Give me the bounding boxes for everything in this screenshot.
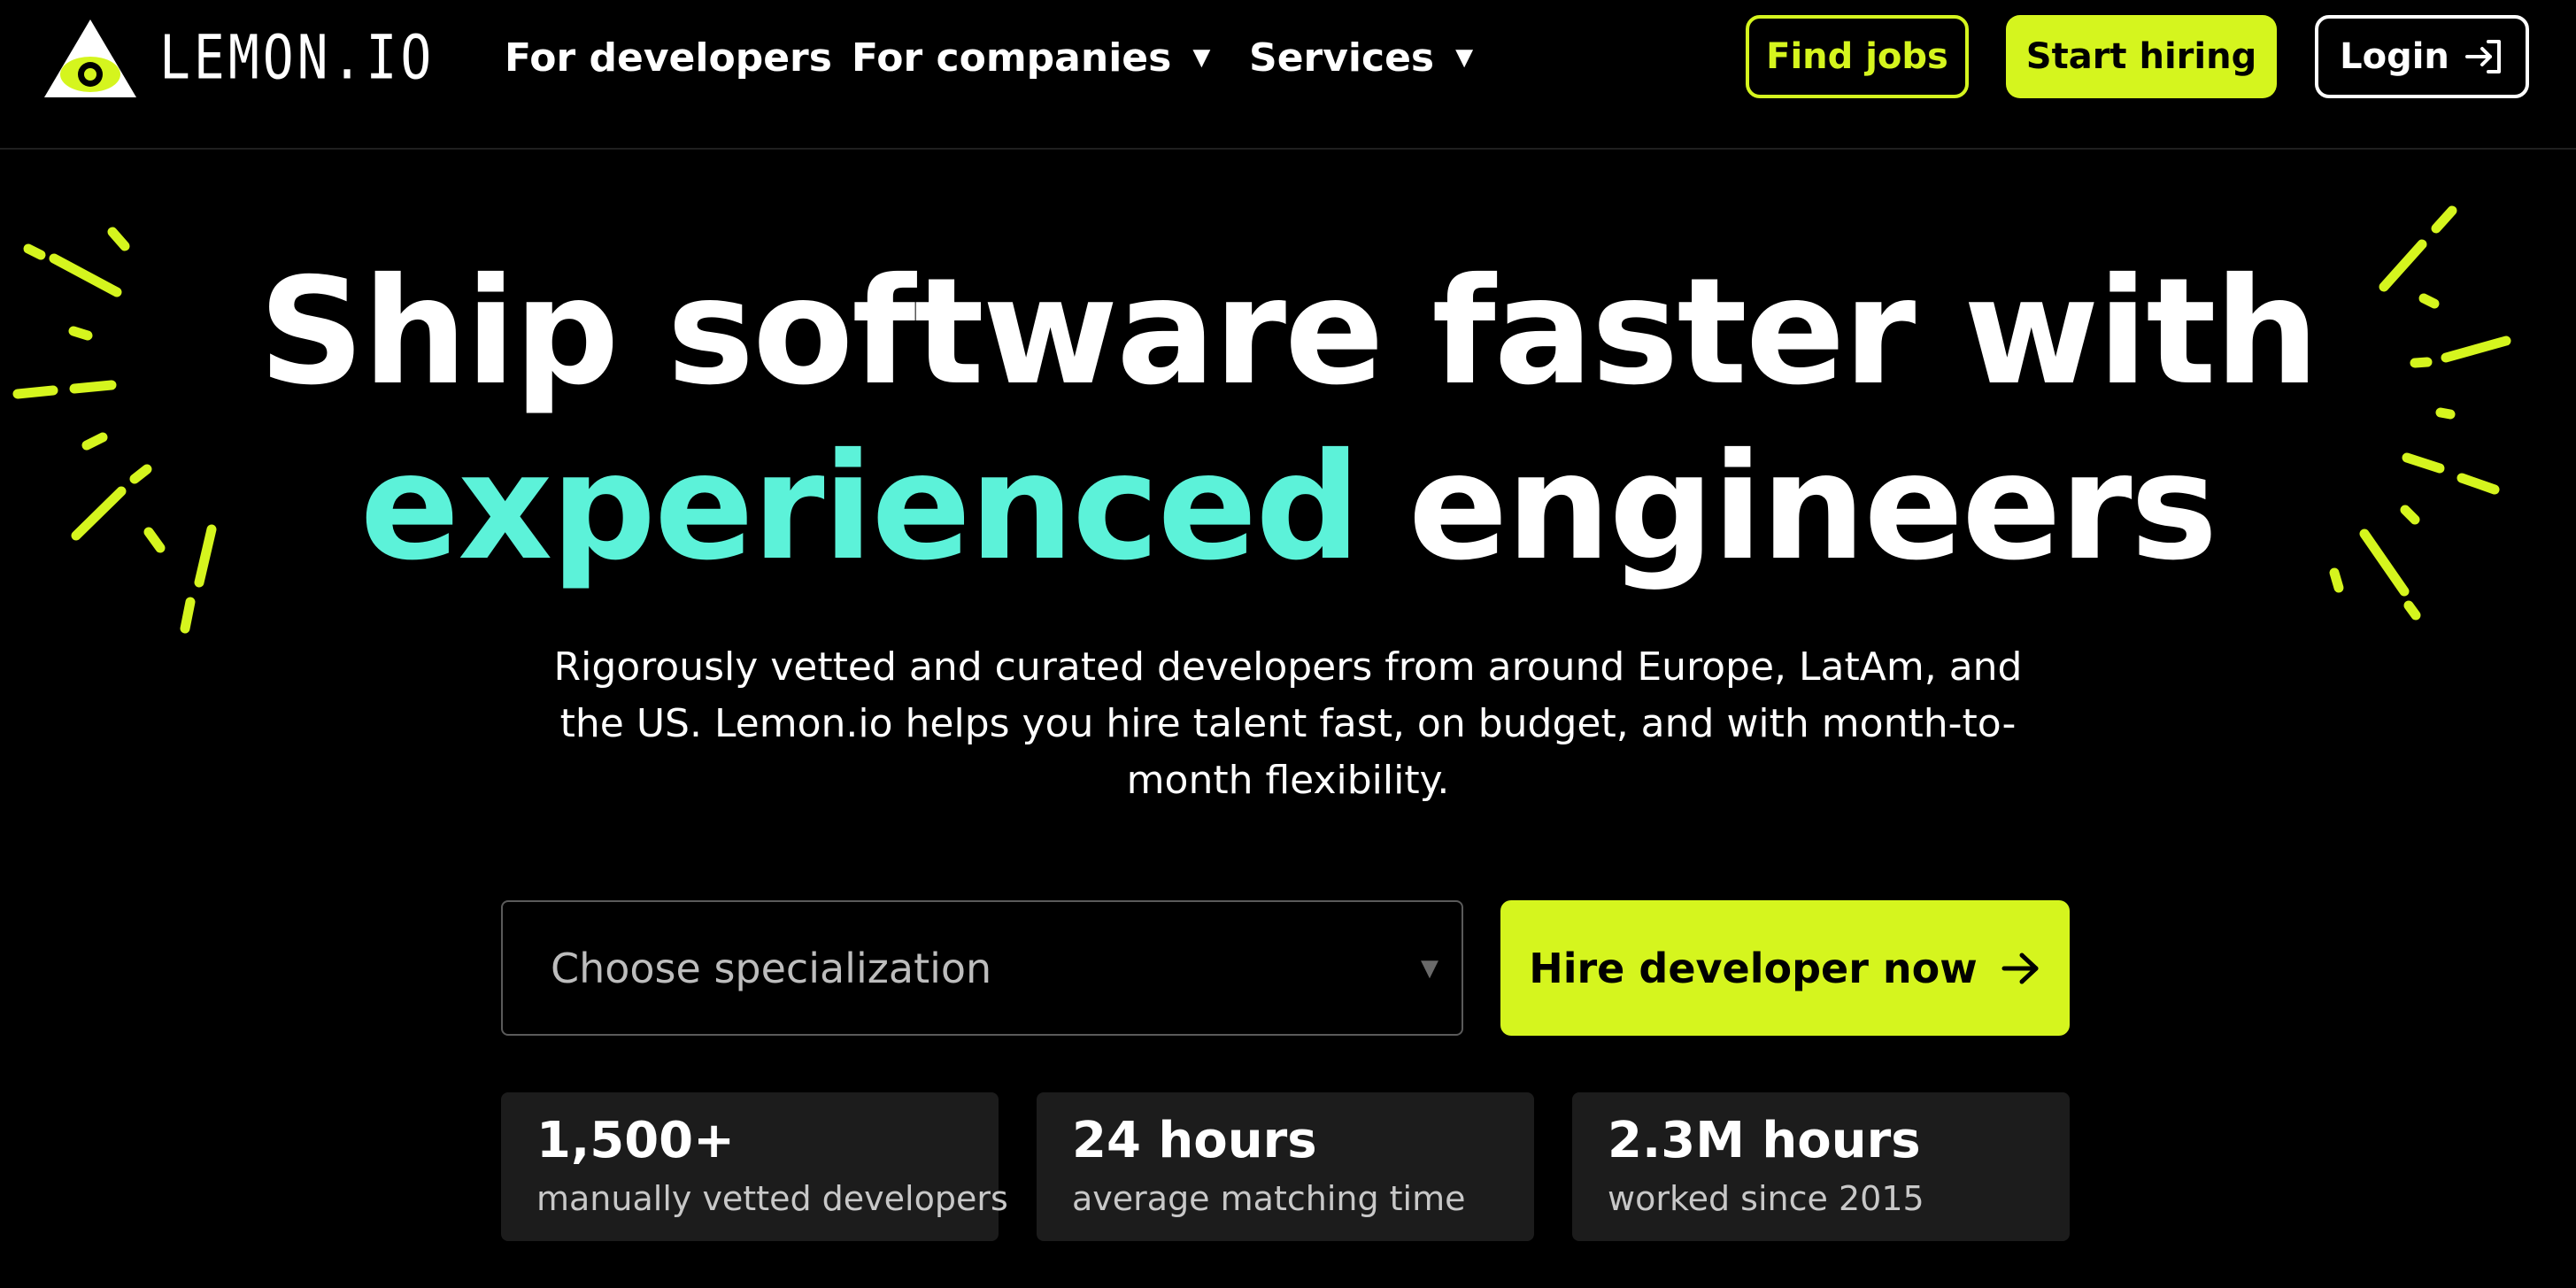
stat-label: manually vetted developers xyxy=(536,1178,1008,1218)
start-hiring-button[interactable]: Start hiring xyxy=(2006,15,2277,98)
site-header: LEMON.IO For developers For companies ▼ … xyxy=(0,0,2576,150)
landing-page: LEMON.IO For developers For companies ▼ … xyxy=(0,0,2576,1288)
hero-subtitle: Rigorously vetted and curated developers… xyxy=(553,644,2023,803)
hero-title-accent: experienced xyxy=(359,422,1361,593)
logo[interactable]: LEMON.IO xyxy=(41,16,435,99)
hero-title-line1: Ship software faster with xyxy=(258,247,2319,418)
find-jobs-label: Find jobs xyxy=(1766,36,1948,77)
nav-services-label: Services xyxy=(1249,35,1435,81)
login-label: Login xyxy=(2340,36,2449,77)
specialization-select[interactable]: Choose specialization ▼ xyxy=(501,900,1463,1036)
specialization-placeholder: Choose specialization xyxy=(551,944,992,992)
stat-value: 1,500+ xyxy=(536,1112,736,1169)
login-button[interactable]: Login xyxy=(2315,15,2529,98)
nav-for-companies[interactable]: For companies ▼ xyxy=(852,27,1210,89)
nav-services[interactable]: Services ▼ xyxy=(1249,27,1473,89)
stat-card: 2.3M hours worked since 2015 xyxy=(1572,1092,2070,1241)
stat-card: 24 hours average matching time xyxy=(1037,1092,1534,1241)
stat-label: worked since 2015 xyxy=(1608,1178,1924,1218)
stat-label: average matching time xyxy=(1072,1178,1466,1218)
logo-text: LEMON.IO xyxy=(159,21,436,94)
hero-title-rest: engineers xyxy=(1408,422,2218,593)
nav-for-developers-label: For developers xyxy=(505,35,832,81)
stat-value: 2.3M hours xyxy=(1608,1112,1921,1169)
hero-title-line2: experienced engineers xyxy=(0,435,2576,582)
arrow-right-icon xyxy=(2001,953,2039,983)
login-icon xyxy=(2464,40,2501,73)
stat-value: 24 hours xyxy=(1072,1112,1317,1169)
nav-for-developers[interactable]: For developers xyxy=(505,27,832,89)
caret-down-icon: ▼ xyxy=(1192,44,1211,71)
stat-card: 1,500+ manually vetted developers xyxy=(501,1092,1008,1241)
caret-down-icon: ▼ xyxy=(1455,44,1474,71)
start-hiring-label: Start hiring xyxy=(2025,36,2257,77)
chevron-down-icon: ▼ xyxy=(1421,954,1438,982)
hire-developer-label: Hire developer now xyxy=(1529,944,1978,992)
find-jobs-button[interactable]: Find jobs xyxy=(1746,15,1969,98)
hire-developer-button[interactable]: Hire developer now xyxy=(1500,900,2070,1036)
eye-in-triangle-icon xyxy=(44,19,136,97)
nav-for-companies-label: For companies xyxy=(852,35,1172,81)
